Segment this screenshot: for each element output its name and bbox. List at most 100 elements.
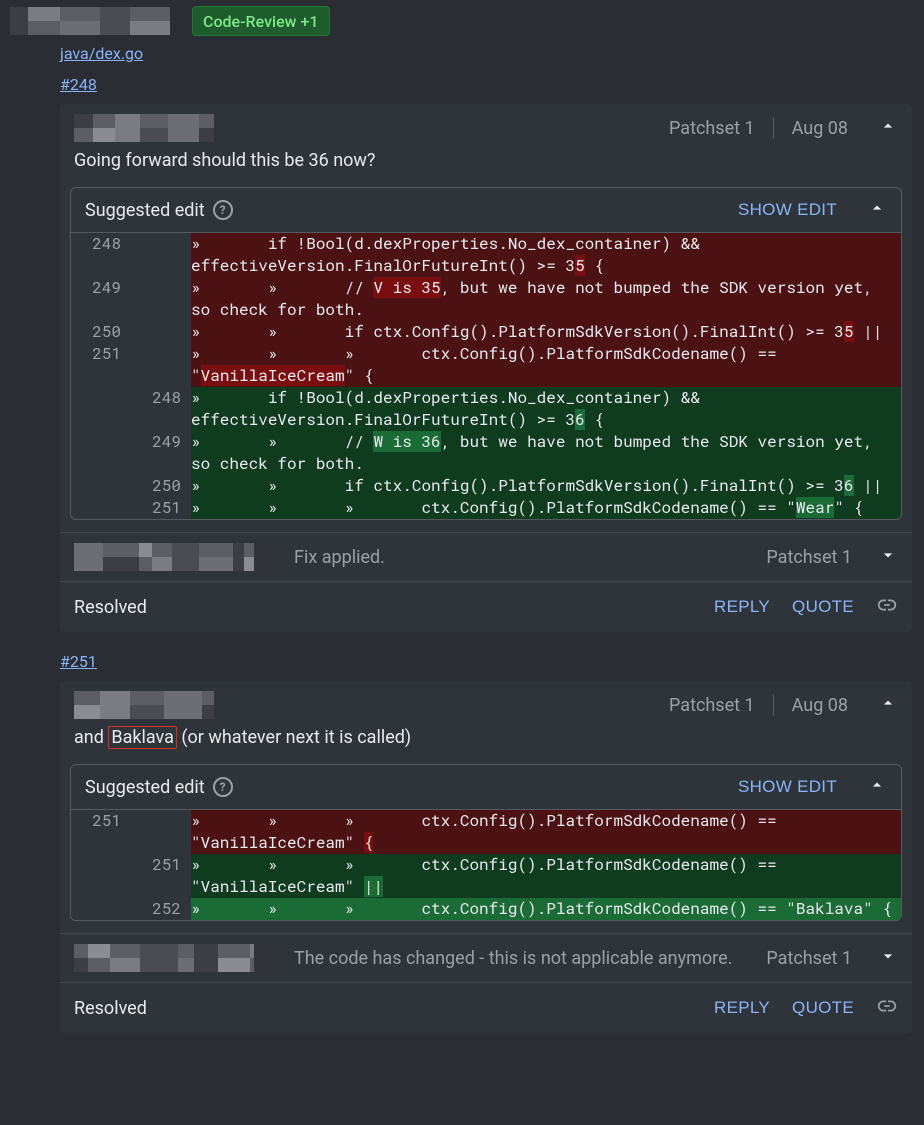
code-del: » » // V is 35, but we have not bumped t…	[191, 277, 901, 321]
line-number-new: 251	[131, 497, 191, 519]
line-number-new	[131, 810, 191, 854]
line-number-old: 251	[71, 810, 131, 854]
diff-row-add: 250» » if ctx.Config().PlatformSdkVersio…	[71, 475, 901, 497]
line-number-old: 251	[71, 343, 131, 387]
diff-row-add: 252» » » ctx.Config().PlatformSdkCodenam…	[71, 898, 901, 920]
line-number-old: 249	[71, 277, 131, 321]
line-number-new: 252	[131, 898, 191, 920]
avatar	[74, 114, 214, 142]
action-row: Resolved REPLY QUOTE	[60, 581, 912, 632]
quote-button[interactable]: QUOTE	[792, 998, 854, 1018]
patchset-label: Patchset 1	[669, 118, 755, 139]
file-path-row: java/dex.go	[0, 40, 924, 63]
suggested-edit-label: Suggested edit	[85, 777, 205, 798]
patchset-label: Patchset 1	[669, 695, 755, 716]
line-number-new	[131, 321, 191, 343]
avatar	[10, 7, 170, 35]
line-number-old	[71, 898, 131, 920]
diff-row-add: 251» » » ctx.Config().PlatformSdkCodenam…	[71, 497, 901, 519]
line-number-old	[71, 387, 131, 431]
reply-button[interactable]: REPLY	[714, 597, 770, 617]
line-anchor: #251	[0, 640, 924, 673]
diff-row-add: 249» » // W is 36, but we have not bumpe…	[71, 431, 901, 475]
comment-thread: Patchset 1 Aug 08 Going forward should thi…	[60, 104, 912, 632]
review-badge: Code-Review +1	[192, 6, 330, 36]
line-number-new: 248	[131, 387, 191, 431]
code-del: » » » ctx.Config().PlatformSdkCodename()…	[191, 343, 901, 387]
line-number-old	[71, 497, 131, 519]
action-row: Resolved REPLY QUOTE	[60, 982, 912, 1033]
line-number-old	[71, 431, 131, 475]
comment-body: Going forward should this be 36 now?	[60, 150, 912, 183]
code-add: » » » ctx.Config().PlatformSdkCodename()…	[191, 497, 901, 519]
diff-row-add: 251» » » ctx.Config().PlatformSdkCodenam…	[71, 854, 901, 898]
collapse-icon[interactable]	[867, 775, 887, 799]
comment-header: Patchset 1 Aug 08	[60, 681, 912, 727]
comment-thread: Patchset 1Aug 08and Baklava (or whatever…	[60, 681, 912, 1033]
line-number-new: 250	[131, 475, 191, 497]
diff-row-del: 249 » » // V is 35, but we have not bumpe…	[71, 277, 901, 321]
line-number-old	[71, 475, 131, 497]
line-number-old: 250	[71, 321, 131, 343]
comment-date: Aug 08	[792, 118, 848, 139]
separator	[773, 694, 774, 716]
permalink-icon[interactable]	[876, 995, 898, 1021]
reply-row: The code has changed - this is not appli…	[60, 933, 912, 982]
diff-block: 251 » » » ctx.Config().PlatformSdkCodenam…	[71, 809, 901, 920]
code-add: » » » ctx.Config().PlatformSdkCodename()…	[191, 854, 901, 898]
diff-row-del: 251 » » » ctx.Config().PlatformSdkCodenam…	[71, 810, 901, 854]
line-number-old: 248	[71, 233, 131, 277]
avatar	[74, 543, 254, 571]
suggested-edit: Suggested edit?SHOW EDIT251» » » ctx.Con…	[70, 764, 902, 921]
line-number-new	[131, 233, 191, 277]
code-add: » » // W is 36, but we have not bumped t…	[191, 431, 901, 475]
collapse-icon[interactable]	[878, 116, 898, 140]
quote-button[interactable]: QUOTE	[792, 597, 854, 617]
suggested-edit-header: Suggested edit? SHOW EDIT	[71, 765, 901, 809]
reply-text: Fix applied.	[294, 547, 385, 568]
diff-row-del: 250 » » if ctx.Config().PlatformSdkVersio…	[71, 321, 901, 343]
resolved-label: Resolved	[74, 998, 147, 1019]
reply-row: Fix applied. Patchset 1	[60, 532, 912, 581]
comment-header: Patchset 1 Aug 08	[60, 104, 912, 150]
diff-block: 248» if !Bool(d.dexProperties.No_dex_con…	[71, 232, 901, 519]
line-anchor-link[interactable]: #248	[60, 75, 97, 94]
line-number-old	[71, 854, 131, 898]
code-add: » » if ctx.Config().PlatformSdkVersion()…	[191, 475, 901, 497]
code-del: » » » ctx.Config().PlatformSdkCodename()…	[191, 810, 901, 854]
avatar	[74, 944, 254, 972]
avatar	[74, 691, 214, 719]
collapse-icon[interactable]	[878, 693, 898, 717]
code-add: » » » ctx.Config().PlatformSdkCodename()…	[191, 898, 901, 920]
review-header: Code-Review +1	[0, 0, 924, 40]
diff-row-del: 248 » if !Bool(d.dexProperties.No_dex_con…	[71, 233, 901, 277]
expand-icon[interactable]	[878, 946, 898, 970]
file-link[interactable]: java/dex.go	[60, 44, 143, 63]
collapse-icon[interactable]	[867, 198, 887, 222]
line-anchor-link[interactable]: #251	[60, 652, 97, 671]
separator	[773, 117, 774, 139]
line-number-new: 249	[131, 431, 191, 475]
help-icon[interactable]: ?	[213, 200, 233, 220]
help-icon[interactable]: ?	[213, 777, 233, 797]
reply-button[interactable]: REPLY	[714, 998, 770, 1018]
patchset-label: Patchset 1	[766, 547, 852, 568]
permalink-icon[interactable]	[876, 594, 898, 620]
suggested-edit-label: Suggested edit	[85, 200, 205, 221]
expand-icon[interactable]	[878, 545, 898, 569]
resolved-label: Resolved	[74, 597, 147, 618]
line-number-new	[131, 277, 191, 321]
comment-date: Aug 08	[792, 695, 848, 716]
line-anchor: #248	[0, 63, 924, 96]
code-del: » » if ctx.Config().PlatformSdkVersion()…	[191, 321, 901, 343]
reply-text: The code has changed - this is not appli…	[294, 948, 732, 969]
suggested-edit: Suggested edit?SHOW EDIT248» if !Bool(d.…	[70, 187, 902, 520]
code-del: » if !Bool(d.dexProperties.No_dex_contai…	[191, 233, 901, 277]
line-number-new	[131, 343, 191, 387]
show-edit-button[interactable]: SHOW EDIT	[738, 200, 837, 220]
diff-row-del: 251 » » » ctx.Config().PlatformSdkCodenam…	[71, 343, 901, 387]
suggested-edit-header: Suggested edit? SHOW EDIT	[71, 188, 901, 232]
code-add: » if !Bool(d.dexProperties.No_dex_contai…	[191, 387, 901, 431]
show-edit-button[interactable]: SHOW EDIT	[738, 777, 837, 797]
diff-row-add: 248» if !Bool(d.dexProperties.No_dex_con…	[71, 387, 901, 431]
